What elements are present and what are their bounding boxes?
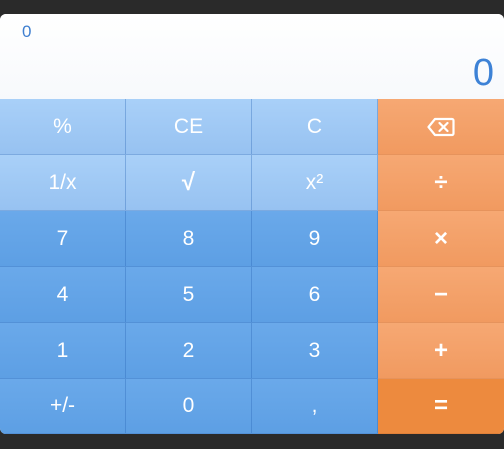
equals-button[interactable]: = [378,379,504,434]
digit-4-button[interactable]: 4 [0,267,126,323]
backspace-button[interactable] [378,99,504,155]
digit-8-button[interactable]: 8 [126,211,252,267]
multiply-button[interactable]: × [378,211,504,267]
digit-5-button[interactable]: 5 [126,267,252,323]
keypad: % CE C 1/x √ x² ÷ 7 8 9 × 4 5 6 − 1 2 3 … [0,99,504,434]
calculator-window: 0 0 % CE C 1/x √ x² ÷ 7 8 9 × 4 5 6 − 1 … [0,14,504,434]
square-button[interactable]: x² [252,155,378,211]
sqrt-button[interactable]: √ [126,155,252,211]
plus-button[interactable]: + [378,323,504,379]
clear-button[interactable]: C [252,99,378,155]
expression-display: 0 [22,22,32,41]
display: 0 0 [0,14,504,99]
decimal-button[interactable]: , [252,379,378,434]
result-display: 0 [472,52,494,94]
reciprocal-button[interactable]: 1/x [0,155,126,211]
negate-button[interactable]: +/- [0,379,126,434]
digit-6-button[interactable]: 6 [252,267,378,323]
clear-entry-button[interactable]: CE [126,99,252,155]
percent-button[interactable]: % [0,99,126,155]
divide-button[interactable]: ÷ [378,155,504,211]
digit-3-button[interactable]: 3 [252,323,378,379]
digit-7-button[interactable]: 7 [0,211,126,267]
digit-1-button[interactable]: 1 [0,323,126,379]
backspace-icon [427,117,455,137]
minus-button[interactable]: − [378,267,504,323]
digit-0-button[interactable]: 0 [126,379,252,434]
digit-2-button[interactable]: 2 [126,323,252,379]
digit-9-button[interactable]: 9 [252,211,378,267]
